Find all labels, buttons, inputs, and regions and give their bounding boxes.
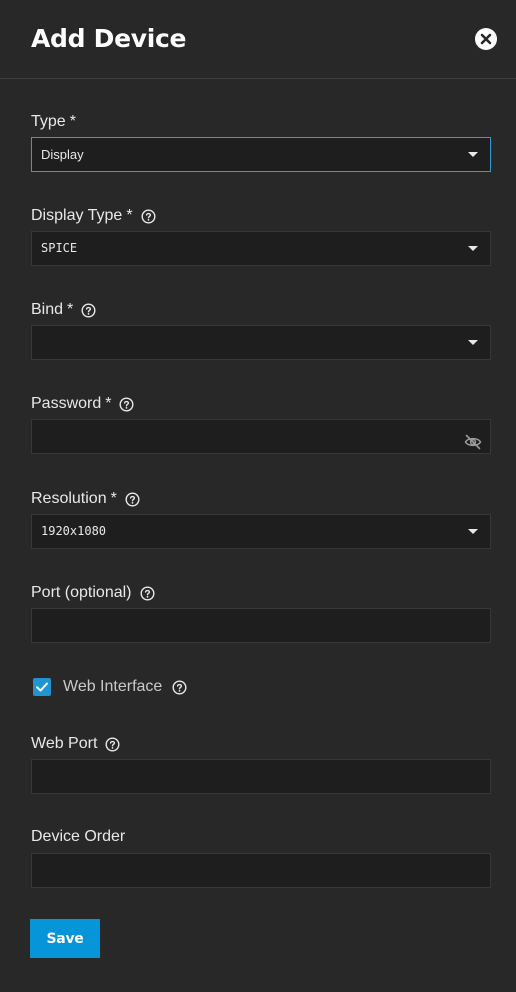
- chevron-down-icon: [468, 246, 478, 251]
- chevron-down-icon: [468, 152, 478, 157]
- bind-label: Bind: [31, 301, 64, 318]
- help-icon[interactable]: [125, 491, 140, 507]
- type-select-value: Display: [41, 147, 84, 162]
- web-interface-checkbox[interactable]: [33, 678, 51, 696]
- port-label: Port (optional): [31, 584, 132, 601]
- web-port-label: Web Port: [31, 735, 98, 752]
- chevron-down-icon: [468, 529, 478, 534]
- help-icon[interactable]: [139, 585, 155, 601]
- display-type-select-value: SPICE: [41, 241, 78, 255]
- type-select[interactable]: Display: [31, 137, 491, 172]
- device-order-input[interactable]: [31, 853, 491, 888]
- web-port-field: Web Port: [31, 733, 491, 794]
- close-icon: [480, 33, 492, 45]
- type-label: Type: [31, 113, 66, 130]
- help-icon[interactable]: [119, 396, 134, 412]
- device-order-field: Device Order: [31, 826, 491, 888]
- password-field: Password *: [31, 393, 491, 454]
- port-field: Port (optional): [31, 582, 491, 643]
- resolution-select[interactable]: 1920x1080: [31, 514, 491, 549]
- bind-field: Bind *: [31, 299, 491, 360]
- help-icon[interactable]: [105, 736, 120, 752]
- required-marker: *: [67, 301, 74, 318]
- help-icon[interactable]: [81, 302, 96, 318]
- checkmark-icon: [36, 682, 48, 692]
- port-input[interactable]: [31, 608, 491, 643]
- required-marker: *: [105, 395, 112, 412]
- web-interface-row: Web Interface: [63, 676, 187, 698]
- resolution-field: Resolution * 1920x1080: [31, 488, 491, 549]
- visibility-off-icon[interactable]: [464, 429, 482, 450]
- help-icon[interactable]: [141, 208, 156, 224]
- help-icon[interactable]: [172, 679, 187, 695]
- password-label: Password: [31, 395, 102, 412]
- required-marker: *: [69, 113, 76, 130]
- type-field: Type * Display: [31, 111, 491, 172]
- close-button[interactable]: [475, 28, 497, 50]
- dialog-title: Add Device: [31, 24, 187, 53]
- bind-select[interactable]: [31, 325, 491, 360]
- save-button[interactable]: Save: [30, 919, 100, 958]
- device-order-label: Device Order: [31, 828, 126, 845]
- required-marker: *: [126, 207, 133, 224]
- display-type-label: Display Type: [31, 207, 123, 224]
- resolution-select-value: 1920x1080: [41, 524, 107, 538]
- required-marker: *: [110, 490, 117, 507]
- web-port-input[interactable]: [31, 759, 491, 794]
- web-interface-label[interactable]: Web Interface: [63, 676, 162, 698]
- dialog-header: Add Device: [0, 0, 516, 79]
- display-type-select[interactable]: SPICE: [31, 231, 491, 266]
- display-type-field: Display Type * SPICE: [31, 205, 491, 266]
- password-input[interactable]: [31, 419, 491, 454]
- resolution-label: Resolution: [31, 490, 107, 507]
- chevron-down-icon: [468, 340, 478, 345]
